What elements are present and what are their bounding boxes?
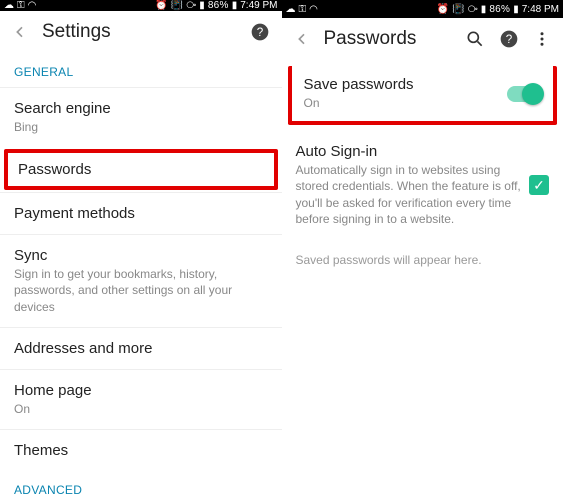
auto-signin-row[interactable]: Auto Sign-in Automatically sign in to we… xyxy=(282,131,563,239)
settings-screen: ☁ ⚿ ◠ ⏰ 📳 ⧂ ▮ 86% ▮ 7:49 PM Settings ? G… xyxy=(0,0,282,500)
settings-item-addresses[interactable]: Addresses and more xyxy=(0,327,282,369)
vibrate-icon: 📳 xyxy=(171,0,183,11)
item-label: Sync xyxy=(14,247,268,264)
settings-item-homepage[interactable]: Home page On xyxy=(0,369,282,429)
help-icon[interactable]: ? xyxy=(499,29,519,49)
toggle-switch[interactable] xyxy=(507,86,541,102)
section-advanced: ADVANCED xyxy=(0,471,282,500)
item-label: Save passwords xyxy=(304,76,508,93)
checkbox-checked-icon[interactable]: ✓ xyxy=(529,175,549,195)
arc-icon: ◠ xyxy=(309,4,318,15)
key-icon: ⚿ xyxy=(299,4,307,15)
item-label: Search engine xyxy=(14,100,268,117)
arc-icon: ◠ xyxy=(28,0,37,11)
back-icon[interactable] xyxy=(12,24,28,40)
section-general: GENERAL xyxy=(0,53,282,87)
svg-text:?: ? xyxy=(256,26,263,39)
signal-icon: ▮ xyxy=(199,0,205,11)
more-icon[interactable] xyxy=(533,30,551,48)
search-icon[interactable] xyxy=(465,29,485,49)
passwords-screen: ☁ ⚿ ◠ ⏰ 📳 ⧂ ▮ 86% ▮ 7:48 PM Passwords ? xyxy=(282,0,563,500)
empty-note: Saved passwords will appear here. xyxy=(282,239,563,281)
alarm-icon: ⏰ xyxy=(155,0,167,11)
battery-icon: ▮ xyxy=(513,4,519,15)
save-passwords-toggle-row[interactable]: Save passwords On xyxy=(288,66,558,125)
settings-item-themes[interactable]: Themes xyxy=(0,429,282,471)
alarm-icon: ⏰ xyxy=(437,4,449,15)
battery-percent: 86% xyxy=(208,0,229,11)
statusbar-left: ☁ ⚿ ◠ ⏰ 📳 ⧂ ▮ 86% ▮ 7:49 PM xyxy=(0,0,282,11)
clock: 7:48 PM xyxy=(522,4,559,15)
signal-icon: ▮ xyxy=(481,4,487,15)
passwords-header: Passwords ? xyxy=(282,18,563,60)
item-sub: Automatically sign in to websites using … xyxy=(296,162,530,227)
svg-text:?: ? xyxy=(506,33,513,46)
cloud-icon: ☁ xyxy=(4,0,14,11)
wifi-icon: ⧂ xyxy=(468,4,478,15)
statusbar-right: ☁ ⚿ ◠ ⏰ 📳 ⧂ ▮ 86% ▮ 7:48 PM xyxy=(282,0,563,18)
page-title: Passwords xyxy=(324,28,417,50)
item-sub: On xyxy=(304,95,508,111)
item-sub: Bing xyxy=(14,119,268,135)
settings-item-search-engine[interactable]: Search engine Bing xyxy=(0,87,282,147)
item-sub: Sign in to get your bookmarks, history, … xyxy=(14,266,268,315)
battery-icon: ▮ xyxy=(232,0,238,11)
wifi-icon: ⧂ xyxy=(186,0,196,11)
back-icon[interactable] xyxy=(294,31,310,47)
page-title: Settings xyxy=(42,21,111,43)
settings-header: Settings ? xyxy=(0,11,282,53)
item-label: Payment methods xyxy=(14,205,268,222)
item-label: Themes xyxy=(14,442,268,459)
item-label: Addresses and more xyxy=(14,340,268,357)
vibrate-icon: 📳 xyxy=(452,4,464,15)
settings-item-passwords[interactable]: Passwords xyxy=(4,149,278,190)
cloud-icon: ☁ xyxy=(286,4,296,15)
clock: 7:49 PM xyxy=(240,0,277,11)
item-label: Passwords xyxy=(18,161,264,178)
settings-item-payment[interactable]: Payment methods xyxy=(0,192,282,234)
item-sub: On xyxy=(14,401,268,417)
item-label: Auto Sign-in xyxy=(296,143,530,160)
settings-item-sync[interactable]: Sync Sign in to get your bookmarks, hist… xyxy=(0,234,282,327)
item-label: Home page xyxy=(14,382,268,399)
battery-percent: 86% xyxy=(489,4,510,15)
key-icon: ⚿ xyxy=(17,0,25,11)
help-icon[interactable]: ? xyxy=(250,22,270,42)
